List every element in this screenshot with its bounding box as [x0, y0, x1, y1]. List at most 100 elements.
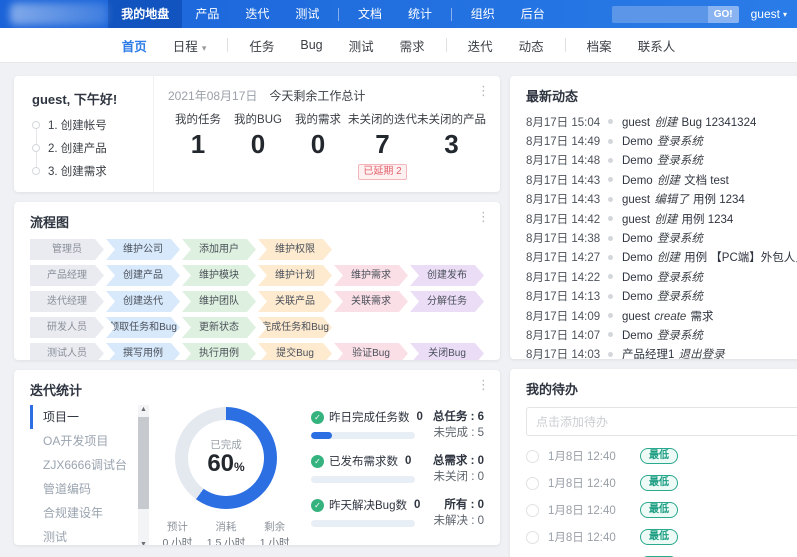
flow-step[interactable]: 添加用户 — [182, 239, 256, 260]
flow-step[interactable]: 关联产品 — [258, 291, 332, 312]
flow-step[interactable]: 产品经理 — [30, 265, 104, 286]
topbar-nav-item[interactable]: 后台 — [508, 0, 558, 28]
app-logo[interactable] — [10, 3, 109, 25]
search-input[interactable] — [611, 5, 708, 23]
stat-item[interactable]: 未关闭的迭代 7 已延期 2 — [348, 111, 417, 180]
todo-checkbox[interactable] — [526, 476, 539, 490]
metric-block: ✓ 昨日完成任务数 0 总任务 : 6 未完成 : 5 — [311, 409, 484, 441]
activity-item[interactable]: 8月17日 14:27 Demo 创建 用例 【PC端】外包人员管理-… — [526, 248, 797, 267]
scroll-down-icon[interactable]: ▼ — [138, 541, 149, 545]
subnav-item[interactable]: Bug — [287, 38, 335, 52]
topbar-nav-item[interactable]: 统计 — [395, 0, 445, 28]
topbar-nav-item[interactable]: 迭代 — [232, 0, 282, 28]
project-list-scrollbar[interactable]: ▲ ▼ — [138, 405, 149, 545]
flowchart-title: 流程图 — [30, 215, 70, 230]
scroll-up-icon[interactable]: ▲ — [138, 406, 149, 413]
todo-checkbox[interactable] — [526, 530, 539, 544]
search-go-button[interactable]: GO! — [707, 5, 739, 23]
activity-item[interactable]: 8月17日 14:22 Demo 登录系统 — [526, 267, 797, 286]
topbar-nav-item[interactable]: 产品 — [182, 0, 232, 28]
activity-text: guest 编辑了 用例 1234 — [622, 194, 745, 207]
subnav-item[interactable]: 测试 — [336, 36, 387, 55]
flow-step[interactable]: 测试人员 — [30, 343, 104, 360]
flow-step[interactable]: 研发人员 — [30, 317, 104, 338]
flow-step[interactable]: 关闭Bug — [410, 343, 484, 360]
project-item[interactable]: 项目一 — [30, 405, 138, 429]
flow-step[interactable]: 维护权限 — [258, 239, 332, 260]
flow-step[interactable]: 迭代经理 — [30, 291, 104, 312]
flow-step[interactable]: 维护模块 — [182, 265, 256, 286]
onboarding-step[interactable]: 1. 创建帐号 — [32, 117, 153, 133]
flow-step[interactable]: 维护计划 — [258, 265, 332, 286]
activity-item[interactable]: 8月17日 14:43 Demo 创建 文档 test — [526, 170, 797, 189]
subnav-item[interactable]: 任务 — [236, 36, 287, 55]
subnav-item[interactable]: 档案 — [574, 36, 625, 55]
activity-item[interactable]: 8月17日 14:42 guest 创建 用例 1234 — [526, 209, 797, 228]
stat-item[interactable]: 我的BUG 0 — [228, 111, 288, 180]
kebab-menu-icon[interactable]: ⋮ — [477, 378, 490, 391]
stat-label: 我的需求 — [295, 114, 341, 126]
activity-item[interactable]: 8月17日 14:07 Demo 登录系统 — [526, 325, 797, 344]
subnav-item[interactable]: 联系人 — [625, 36, 689, 55]
activity-text: guest 创建 Bug 12341324 — [622, 116, 757, 129]
subnav-item[interactable]: 日程 — [160, 36, 220, 55]
onboarding-step[interactable]: 3. 创建需求 — [32, 163, 153, 179]
kebab-menu-icon[interactable]: ⋮ — [477, 84, 490, 97]
activity-item[interactable]: 8月17日 14:48 Demo 登录系统 — [526, 151, 797, 170]
project-item[interactable]: 合规建设年 — [30, 501, 138, 525]
todo-checkbox[interactable] — [526, 449, 539, 463]
user-menu[interactable]: guest ▾ — [751, 7, 787, 21]
flow-step[interactable]: 领取任务和Bug — [106, 317, 180, 338]
activity-item[interactable]: 8月17日 14:38 Demo 登录系统 — [526, 228, 797, 247]
flow-step[interactable]: 维护需求 — [334, 265, 408, 286]
search-area: GO! — [611, 5, 739, 23]
kebab-menu-icon[interactable]: ⋮ — [477, 210, 490, 223]
topbar-nav-item[interactable]: 组织 — [458, 0, 508, 28]
subnav-item[interactable]: 需求 — [387, 36, 438, 55]
flow-step[interactable]: 创建发布 — [410, 265, 484, 286]
flow-step[interactable]: 维护公司 — [106, 239, 180, 260]
project-item[interactable]: 管道编码 — [30, 477, 138, 501]
flow-step[interactable]: 执行用例 — [182, 343, 256, 360]
flow-step[interactable]: 维护团队 — [182, 291, 256, 312]
activity-item[interactable]: 8月17日 14:43 guest 编辑了 用例 1234 — [526, 190, 797, 209]
subnav-item[interactable]: 迭代 — [455, 36, 506, 55]
flow-step[interactable]: 撰写用例 — [106, 343, 180, 360]
flow-step[interactable]: 管理员 — [30, 239, 104, 260]
flow-step[interactable]: 验证Bug — [334, 343, 408, 360]
activity-item[interactable]: 8月17日 14:03 产品经理1 退出登录 — [526, 345, 797, 359]
todo-checkbox[interactable] — [526, 503, 539, 517]
flow-step[interactable]: 提交Bug — [258, 343, 332, 360]
onboarding-step[interactable]: 2. 创建产品 — [32, 140, 153, 156]
flow-step[interactable]: 创建迭代 — [106, 291, 180, 312]
topbar-nav-item[interactable]: 我的地盘 — [108, 0, 183, 28]
activity-item[interactable]: 8月17日 14:09 guest create 需求 — [526, 306, 797, 325]
activity-item[interactable]: 8月17日 14:49 Demo 登录系统 — [526, 131, 797, 150]
stat-item[interactable]: 我的任务 1 — [168, 111, 228, 180]
project-item[interactable]: OA开发项目 — [30, 429, 138, 453]
project-item[interactable]: 测试 — [30, 525, 138, 545]
stat-item[interactable]: 我的需求 0 — [288, 111, 348, 180]
flow-step[interactable]: 关联需求 — [334, 291, 408, 312]
flow-step[interactable]: 创建产品 — [106, 265, 180, 286]
activity-item[interactable]: 8月17日 14:13 Demo 登录系统 — [526, 287, 797, 306]
todo-item[interactable]: 1月8日 12:40 最低 — [526, 500, 797, 520]
flow-step[interactable]: 更新状态 — [182, 317, 256, 338]
project-item[interactable]: ZJX6666调试台 — [30, 453, 138, 477]
priority-badge: 最低 — [640, 475, 678, 491]
add-todo-input[interactable] — [526, 407, 797, 436]
activity-item[interactable]: 8月17日 15:04 guest 创建 Bug 12341324 — [526, 112, 797, 131]
subnav-item[interactable]: 首页 — [109, 36, 160, 55]
activity-text: Demo 登录系统 — [622, 329, 703, 342]
scrollbar-thumb[interactable] — [138, 417, 149, 509]
flow-step[interactable]: 分解任务 — [410, 291, 484, 312]
stat-value: 7 — [375, 129, 390, 159]
subnav-item[interactable]: 动态 — [506, 36, 557, 55]
todo-item[interactable]: 1月8日 12:40 最低 — [526, 527, 797, 547]
topbar-nav-item[interactable]: 文档 — [345, 0, 395, 28]
stat-item[interactable]: 未关闭的产品 3 — [417, 111, 486, 180]
todo-item[interactable]: 1月8日 12:40 最低 — [526, 473, 797, 493]
topbar-nav-item[interactable]: 测试 — [282, 0, 332, 28]
flow-step[interactable]: 完成任务和Bug — [258, 317, 332, 338]
todo-item[interactable]: 1月8日 12:40 最低 — [526, 446, 797, 466]
